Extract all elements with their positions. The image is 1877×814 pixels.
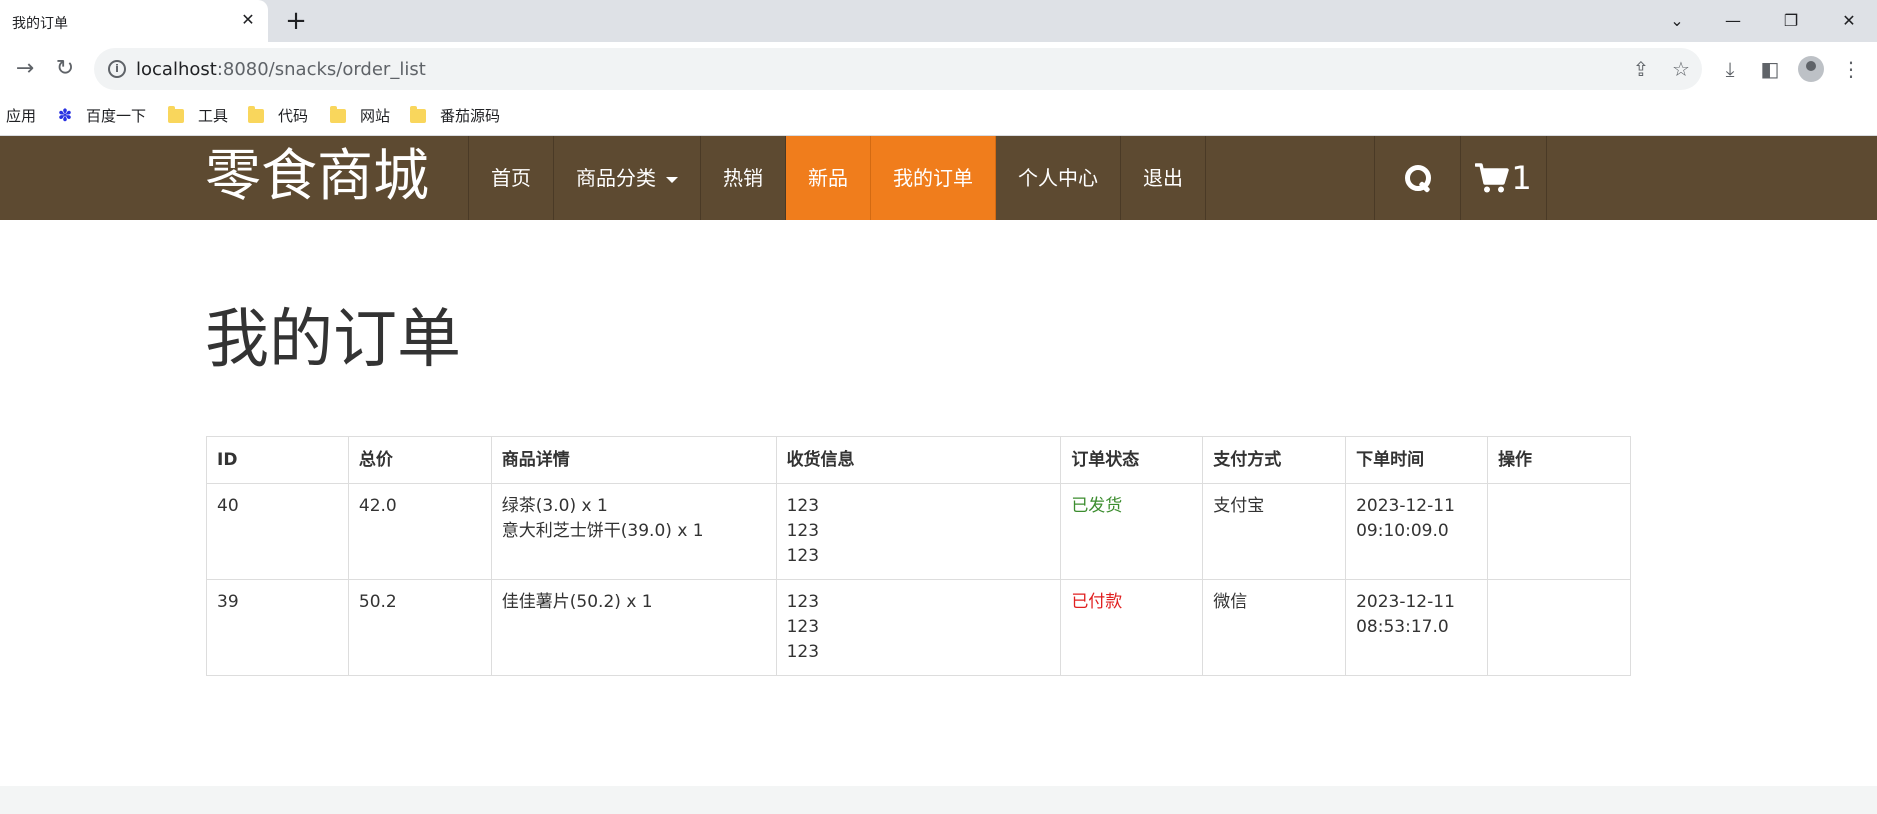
col-header-shipping: 收货信息 [775, 436, 1062, 484]
cell-items: 佳佳薯片(50.2) x 1 [490, 579, 777, 676]
col-header-id: ID [206, 436, 349, 484]
cell-id: 40 [206, 483, 349, 580]
address-toolbar: → ↻ i localhost:8080/snacks/order_list ⇪… [0, 42, 1877, 96]
cell-shipping: 123 123 123 [775, 483, 1062, 580]
address-bar[interactable]: i localhost:8080/snacks/order_list ⇪ ☆ [94, 48, 1702, 90]
cell-payment: 支付宝 [1202, 483, 1347, 580]
cell-action [1487, 483, 1631, 580]
site-logo[interactable]: 零食商城 [205, 144, 429, 210]
cart-count: 1 [1511, 159, 1532, 197]
cell-status: 已发货 [1060, 483, 1204, 580]
cell-total: 42.0 [347, 483, 492, 580]
browser-tab-strip: 我的订单 ✕ + ⌄ — ❐ ✕ [0, 0, 1877, 42]
url-text[interactable]: localhost:8080/snacks/order_list [136, 59, 426, 80]
nav-logout[interactable]: 退出 [1121, 136, 1206, 220]
cell-status: 已付款 [1060, 579, 1204, 676]
download-icon[interactable]: ⤓ [1715, 54, 1745, 84]
baidu-paw-icon: ✽ [57, 106, 73, 126]
col-header-payment: 支付方式 [1202, 436, 1347, 484]
page-title: 我的订单 [205, 303, 461, 377]
footer-strip [0, 786, 1877, 814]
table-row: 39 50.2 佳佳薯片(50.2) x 1 123 123 123 已付款 微… [206, 579, 1631, 676]
nav-profile[interactable]: 个人中心 [996, 136, 1121, 220]
close-window-icon[interactable]: ✕ [1834, 8, 1864, 34]
col-header-action: 操作 [1487, 436, 1631, 484]
cell-time: 2023-12-11 08:53:17.0 [1345, 579, 1489, 676]
bookmark-folder-tools[interactable]: 工具 [168, 106, 228, 126]
cell-payment: 微信 [1202, 579, 1347, 676]
reload-icon[interactable]: ↻ [50, 54, 80, 84]
bookmark-folder-sites[interactable]: 网站 [330, 106, 390, 126]
bookmark-folder-code[interactable]: 代码 [248, 106, 308, 126]
folder-icon [168, 106, 184, 123]
col-header-items: 商品详情 [490, 436, 777, 484]
folder-icon [330, 106, 346, 123]
minimize-icon[interactable]: — [1718, 8, 1748, 34]
nav-categories[interactable]: 商品分类 [554, 136, 701, 220]
orders-table: ID 总价 商品详情 收货信息 订单状态 支付方式 下单时间 操作 40 42.… [206, 436, 1631, 676]
folder-icon [248, 106, 264, 123]
tab-title: 我的订单 [12, 16, 68, 32]
cell-items: 绿茶(3.0) x 1 意大利芝士饼干(39.0) x 1 [490, 483, 777, 580]
tab-close-icon[interactable]: ✕ [238, 10, 258, 30]
col-header-time: 下单时间 [1345, 436, 1489, 484]
bookmark-baidu[interactable]: ✽ 百度一下 [56, 106, 146, 126]
search-button[interactable] [1375, 136, 1461, 220]
new-tab-button[interactable]: + [284, 8, 308, 34]
table-row: 40 42.0 绿茶(3.0) x 1 意大利芝士饼干(39.0) x 1 12… [206, 483, 1631, 580]
nav-new[interactable]: 新品 [786, 136, 871, 220]
folder-icon [410, 106, 426, 123]
cart-button[interactable]: 1 [1461, 136, 1547, 220]
nav-home[interactable]: 首页 [469, 136, 554, 220]
profile-avatar-icon[interactable] [1798, 56, 1824, 82]
bookmark-star-icon[interactable]: ☆ [1668, 56, 1694, 82]
cell-total: 50.2 [347, 579, 492, 676]
table-header-row: ID 总价 商品详情 收货信息 订单状态 支付方式 下单时间 操作 [206, 436, 1631, 484]
site-navbar: 零食商城 首页 商品分类 热销 新品 我的订单 个人中心 退出 1 [0, 136, 1877, 220]
cell-action [1487, 579, 1631, 676]
search-icon [1404, 165, 1431, 191]
browser-tab[interactable]: 我的订单 ✕ [0, 0, 268, 42]
bookmark-folder-fanqie[interactable]: 番茄源码 [410, 106, 500, 126]
bookmark-apps[interactable]: 应用 [6, 106, 36, 126]
nav-my-orders[interactable]: 我的订单 [871, 136, 996, 220]
restore-icon[interactable]: ❐ [1776, 8, 1806, 34]
tab-search-chevron-icon[interactable]: ⌄ [1662, 8, 1692, 34]
cell-time: 2023-12-11 09:10:09.0 [1345, 483, 1489, 580]
nav-hot[interactable]: 热销 [701, 136, 786, 220]
col-header-status: 订单状态 [1060, 436, 1204, 484]
cell-id: 39 [206, 579, 349, 676]
status-badge: 已发货 [1071, 496, 1123, 516]
header-actions: 1 [1374, 136, 1547, 220]
menu-kebab-icon[interactable]: ⋮ [1836, 54, 1866, 84]
caret-down-icon [666, 176, 678, 183]
forward-icon[interactable]: → [10, 54, 40, 84]
col-header-total: 总价 [347, 436, 492, 484]
site-info-icon[interactable]: i [108, 60, 126, 78]
status-badge: 已付款 [1071, 592, 1123, 612]
bookmarks-bar: 应用 ✽ 百度一下 工具 代码 网站 番茄源码 [0, 96, 1877, 136]
cart-icon [1475, 163, 1510, 193]
side-panel-icon[interactable]: ◧ [1755, 54, 1785, 84]
main-menu: 首页 商品分类 热销 新品 我的订单 个人中心 退出 [468, 136, 1206, 220]
share-icon[interactable]: ⇪ [1628, 56, 1654, 82]
cell-shipping: 123 123 123 [775, 579, 1062, 676]
